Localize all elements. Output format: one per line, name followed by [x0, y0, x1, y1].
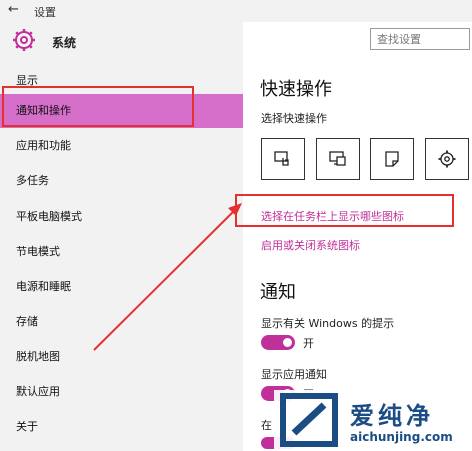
annotation-arrow — [93, 203, 242, 351]
watermark-logo-icon — [280, 393, 338, 447]
watermark-title: 爱纯净 — [350, 402, 434, 430]
watermark-url: aichunjing.com — [350, 430, 453, 444]
